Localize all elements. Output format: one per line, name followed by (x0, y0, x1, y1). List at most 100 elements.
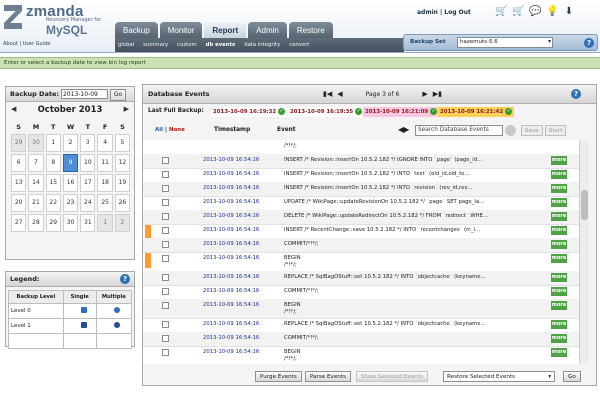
full-backup-chip[interactable]: 2013-10-09 16:19:32 ✓ (211, 107, 288, 117)
event-checkbox[interactable] (162, 335, 169, 342)
more-button[interactable]: more (551, 301, 567, 310)
more-button[interactable]: more (551, 320, 567, 329)
calendar-day[interactable]: 16 (62, 174, 79, 192)
start-button[interactable]: Start (545, 125, 567, 136)
parse-events-button[interactable]: Parse Events (305, 371, 351, 382)
calendar-day[interactable]: 28 (28, 214, 44, 232)
subnav-global[interactable]: global (118, 42, 134, 48)
calendar-day[interactable]: 10 (80, 154, 96, 172)
event-checkbox[interactable] (162, 349, 169, 356)
full-backup-chip[interactable]: 2013-10-09 16:21:09 ✓ (363, 107, 440, 117)
help-icon[interactable]: ? (584, 38, 594, 48)
calendar-day[interactable]: 13 (11, 174, 27, 192)
event-row[interactable]: 2013-10-09 16:54:16 BEGIN /*!*/; more (143, 346, 588, 364)
event-row[interactable]: 2013-10-09 16:54:16 REPLACE /* SqlBagOStu… (143, 271, 588, 286)
more-button[interactable]: more (551, 240, 567, 249)
calendar-day[interactable]: 17 (80, 174, 96, 192)
tab-restore[interactable]: Restore (288, 22, 333, 38)
subnav-summary[interactable]: summary (143, 42, 168, 48)
restore-go-button[interactable]: Go (563, 371, 581, 382)
calendar-day[interactable]: 26 (114, 194, 131, 212)
event-checkbox[interactable] (162, 227, 169, 234)
calendar-day[interactable]: 4 (97, 134, 113, 152)
about-user-guide-links[interactable]: About | User Guide (3, 41, 50, 47)
subnav-db-events[interactable]: db events (206, 42, 236, 48)
column-arrows-icon[interactable]: ◀▶ (398, 125, 409, 134)
event-row[interactable]: 2013-10-09 16:54:16 DELETE /* WikiPage::u… (143, 210, 588, 225)
calendar-day[interactable]: 27 (11, 214, 27, 232)
calendar-day-selected[interactable]: 9 (62, 154, 79, 172)
calendar-day[interactable]: 11 (97, 154, 113, 172)
event-row[interactable]: /*!*/; (143, 140, 588, 155)
next-month-icon[interactable]: ▶ (124, 105, 129, 113)
calendar-day[interactable]: 3 (80, 134, 96, 152)
event-checkbox[interactable] (162, 321, 169, 328)
restore-selected-select[interactable]: Restore Selected Events ▾ (443, 371, 555, 382)
calendar-day[interactable]: 24 (80, 194, 96, 212)
event-row[interactable]: 2013-10-09 16:54:16 INSERT /* Revision::i… (143, 182, 588, 197)
calendar-day[interactable]: 8 (45, 154, 61, 172)
chat-icon[interactable]: 💬 (529, 5, 541, 18)
save-button[interactable]: Save (521, 125, 543, 136)
events-scrollbar[interactable] (579, 140, 589, 364)
event-row[interactable]: 2013-10-09 16:54:16 REPLACE /* SqlBagOStu… (143, 318, 588, 333)
next-page-icon[interactable]: ▶ (422, 90, 427, 98)
calendar-day[interactable]: 1 (97, 214, 113, 232)
backup-set-select[interactable]: hazemuts-5.6 ▾ (457, 37, 553, 48)
calendar-day[interactable]: 21 (28, 194, 44, 212)
calendar-day[interactable]: 2 (114, 214, 131, 232)
more-button[interactable]: more (551, 212, 567, 221)
more-button[interactable]: more (551, 184, 567, 193)
calendar-day[interactable]: 5 (114, 134, 131, 152)
tab-report[interactable]: Report (204, 22, 247, 38)
event-row[interactable]: 2013-10-09 16:54:16 INSERT /* Revision::i… (143, 154, 588, 169)
event-checkbox[interactable] (162, 241, 169, 248)
tab-admin[interactable]: Admin (248, 22, 287, 38)
calendar-day[interactable]: 23 (62, 194, 79, 212)
event-checkbox[interactable] (162, 185, 169, 192)
legend-help-icon[interactable]: ? (120, 274, 130, 284)
event-checkbox[interactable] (162, 157, 169, 164)
tab-monitor[interactable]: Monitor (159, 22, 203, 38)
download-icon[interactable]: ⬇ (563, 5, 575, 18)
search-icon[interactable] (505, 125, 516, 136)
tab-backup[interactable]: Backup (115, 22, 158, 38)
cart-icon[interactable]: 🛒 (495, 5, 507, 18)
show-selected-events-button[interactable]: Show Selected Events (356, 371, 428, 382)
search-events-input[interactable]: Search Database Events (415, 125, 503, 136)
calendar-day[interactable]: 30 (28, 134, 44, 152)
event-row[interactable]: 2013-10-09 16:54:16 COMMIT/*!*/; more (143, 238, 588, 253)
calendar-day[interactable]: 25 (97, 194, 113, 212)
calendar-day[interactable]: 15 (45, 174, 61, 192)
calendar-day[interactable]: 22 (45, 194, 61, 212)
prev-page-icon[interactable]: ◀ (337, 90, 342, 98)
event-row[interactable]: 2013-10-09 16:54:16 COMMIT/*!*/; more (143, 332, 588, 347)
event-checkbox[interactable] (162, 302, 169, 309)
event-checkbox[interactable] (162, 274, 169, 281)
calendar-day[interactable]: 30 (62, 214, 79, 232)
event-row[interactable]: 2013-10-09 16:54:16 UPDATE /* WikiPage::u… (143, 196, 588, 211)
date-go-button[interactable]: Go (110, 89, 126, 101)
calendar-day[interactable]: 2 (62, 134, 79, 152)
event-checkbox[interactable] (162, 255, 169, 262)
scrollbar-thumb[interactable] (581, 190, 588, 220)
more-button[interactable]: more (551, 254, 567, 263)
more-button[interactable]: more (551, 198, 567, 207)
event-checkbox[interactable] (162, 288, 169, 295)
select-none-link[interactable]: None (169, 127, 185, 133)
purge-events-button[interactable]: Purge Events (255, 371, 302, 382)
calendar-day[interactable]: 29 (11, 134, 27, 152)
calendar-day[interactable]: 7 (28, 154, 44, 172)
calendar-day[interactable]: 31 (80, 214, 96, 232)
event-checkbox[interactable] (162, 199, 169, 206)
calendar-day[interactable]: 29 (45, 214, 61, 232)
event-row[interactable]: 2013-10-09 16:54:16 COMMIT/*!*/; more (143, 285, 588, 300)
calendar-day[interactable]: 1 (45, 134, 61, 152)
user-logout-links[interactable]: admin | Log Out (417, 9, 471, 16)
event-checkbox[interactable] (162, 171, 169, 178)
more-button[interactable]: more (551, 273, 567, 282)
full-backup-chip[interactable]: 2013-10-09 16:21:42 ✓ (438, 107, 515, 117)
more-button[interactable]: more (551, 287, 567, 296)
subnav-data-integrity[interactable]: data integrity (244, 42, 280, 48)
calendar-day[interactable]: 20 (11, 194, 27, 212)
